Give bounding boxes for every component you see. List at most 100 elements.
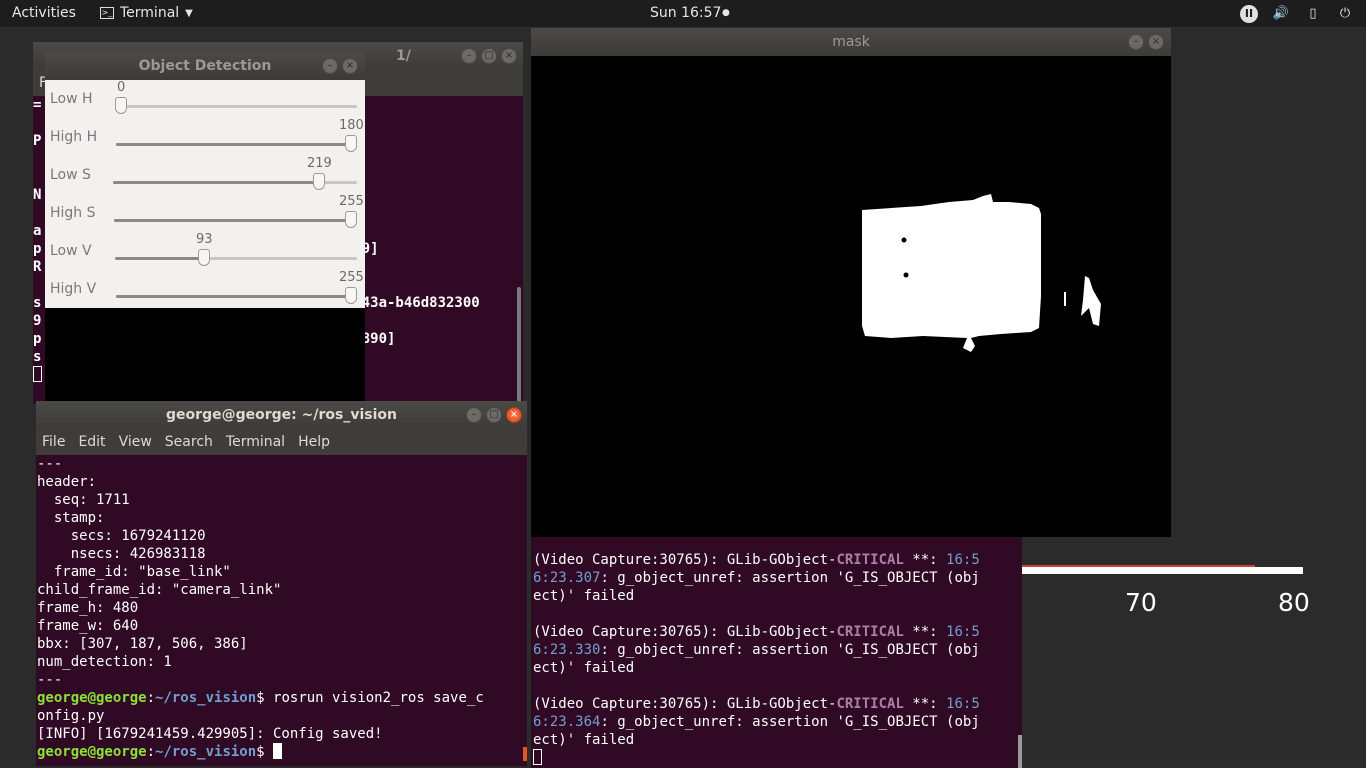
slider-value: 255 (339, 194, 364, 209)
menu-item-view[interactable]: View (119, 434, 152, 450)
notification-dot-icon: ● (722, 8, 730, 18)
prompt-path: ~/ros_vision (155, 744, 257, 760)
volume-icon[interactable]: 🔊 (1272, 5, 1290, 23)
log-message: : g_object_unref: assertion 'G_IS_OBJECT… (600, 570, 980, 586)
object-detection-window[interactable]: Object Detection – × Low H 0 High H 180 Low … (45, 52, 365, 402)
maximize-button[interactable]: □ (481, 48, 497, 64)
log-line: 6:23.364: g_object_unref: assertion 'G_I… (533, 713, 1020, 731)
slider-fill (113, 181, 319, 184)
slider-row: High H 180 (45, 118, 365, 156)
mask-speck (1064, 292, 1066, 306)
video-capture-terminal[interactable]: (Video Capture:30765): GLib-GObject-CRIT… (531, 537, 1022, 768)
slider-fill (116, 143, 351, 146)
slider-knob[interactable] (313, 173, 325, 190)
menu-item-terminal[interactable]: Terminal (226, 434, 285, 450)
minimize-button[interactable]: – (466, 407, 482, 423)
menu-item-search[interactable]: Search (165, 434, 213, 450)
slider-track[interactable] (114, 211, 357, 228)
terminal-line: stamp: (37, 510, 105, 526)
slider-knob[interactable] (345, 135, 357, 152)
mask-image (531, 56, 1171, 536)
slider-row: Low S 219 (45, 156, 365, 194)
trackbar-panel: Low H 0 High H 180 Low S 219 High S 255 Low V 93 H… (45, 80, 365, 308)
menu-item-file[interactable]: File (42, 434, 65, 450)
activities-button[interactable]: Activities (12, 5, 76, 21)
slider-value: 255 (339, 270, 364, 285)
front-terminal-titlebar[interactable]: george@george: ~/ros_vision (36, 401, 527, 429)
slider-label: High H (50, 129, 98, 145)
clock-button[interactable]: Sun 16:57 (650, 5, 721, 21)
terminal-line: [INFO] [1679241459.429905]: Config saved… (37, 726, 383, 742)
prompt-command: $ rosrun vision2_ros save_c (256, 690, 484, 706)
tick-label: 80 (1278, 588, 1310, 617)
mask-hole (903, 272, 909, 278)
terminal-line: frame_id: "base_link" (37, 564, 231, 580)
tick-label: 70 (1125, 588, 1157, 617)
menu-bar: File Edit View Search Terminal Help (36, 429, 527, 455)
ros-indicator-icon[interactable]: II (1240, 4, 1258, 23)
object-detection-titlebar[interactable]: Object Detection (45, 52, 365, 80)
log-level: CRITICAL (836, 696, 904, 712)
slider-track[interactable] (116, 135, 357, 152)
slider-track[interactable] (116, 287, 357, 304)
slider-track[interactable] (113, 173, 357, 190)
slider-track[interactable] (115, 249, 357, 266)
terminal-line: bbx: [307, 187, 506, 386] (37, 636, 248, 652)
window-title: george@george: ~/ros_vision (166, 407, 397, 423)
menu-item-edit[interactable]: Edit (78, 434, 105, 450)
chevron-down-icon: ▼ (185, 7, 193, 19)
slider-knob[interactable] (115, 97, 127, 114)
mask-blob (862, 194, 1041, 352)
close-button[interactable]: × (1148, 34, 1164, 50)
scrollbar[interactable] (1018, 735, 1022, 768)
close-button[interactable]: × (342, 58, 358, 74)
scrollbar[interactable] (523, 747, 527, 761)
slider-label: Low H (50, 91, 93, 107)
app-menu-label: Terminal (120, 5, 180, 21)
minimize-button[interactable]: – (461, 48, 477, 64)
terminal-line: --- (37, 672, 63, 688)
mask-window[interactable]: mask – × (531, 28, 1171, 537)
log-line: (Video Capture:30765): GLib-GObject-CRIT… (533, 551, 1020, 569)
close-button[interactable]: × (506, 407, 522, 423)
minimize-button[interactable]: – (322, 58, 338, 74)
prompt-line: george@george:~/ros_vision$ rosrun visio… (37, 689, 527, 707)
slider-label: Low S (50, 167, 91, 183)
cursor (273, 743, 283, 759)
log-timestamp: 6:23.307 (533, 570, 601, 586)
chart-bar-white (1020, 567, 1303, 574)
close-button[interactable]: × (501, 48, 517, 64)
app-menu-button[interactable]: >_ Terminal ▼ (100, 5, 193, 21)
log-separator: **: (903, 624, 947, 640)
slider-knob[interactable] (198, 249, 210, 266)
maximize-button[interactable]: □ (486, 407, 502, 423)
slider-row: High S 255 (45, 194, 365, 232)
menu-item-help[interactable]: Help (298, 434, 330, 450)
mask-titlebar[interactable]: mask (531, 28, 1171, 56)
terminal-output[interactable]: --- header: seq: 1711 stamp: secs: 167924… (36, 455, 527, 766)
log-line: ect)' failed (533, 588, 635, 604)
slider-value: 93 (196, 232, 213, 247)
log-prefix: (Video Capture:30765): GLib-GObject- (533, 696, 837, 712)
prompt-line: george@george:~/ros_vision$ (37, 743, 527, 761)
terminal-output[interactable]: (Video Capture:30765): GLib-GObject-CRIT… (533, 551, 1020, 768)
prompt-user: george@george (37, 744, 147, 760)
slider-knob[interactable] (345, 287, 357, 304)
slider-knob[interactable] (345, 211, 357, 228)
slider-fill (116, 295, 351, 298)
log-timestamp: 6:23.330 (533, 642, 601, 658)
slider-track[interactable] (115, 97, 357, 114)
battery-icon[interactable]: ▯ (1304, 5, 1322, 23)
power-icon[interactable]: ⏻ (1336, 5, 1354, 23)
window-title: Object Detection (138, 58, 272, 74)
terminal-line: onfig.py (37, 708, 105, 724)
slider-row: High V 255 (45, 270, 365, 308)
window-title: 1/ (396, 48, 411, 64)
slider-row: Low H 0 (45, 80, 365, 118)
front-terminal-window[interactable]: george@george: ~/ros_vision – □ × File Ed… (36, 401, 527, 766)
minimize-button[interactable]: – (1128, 34, 1144, 50)
system-tray[interactable]: II 🔊 ▯ ⏻ (1240, 0, 1366, 27)
slider-label: Low V (50, 243, 92, 259)
prompt-user: george@george (37, 690, 147, 706)
